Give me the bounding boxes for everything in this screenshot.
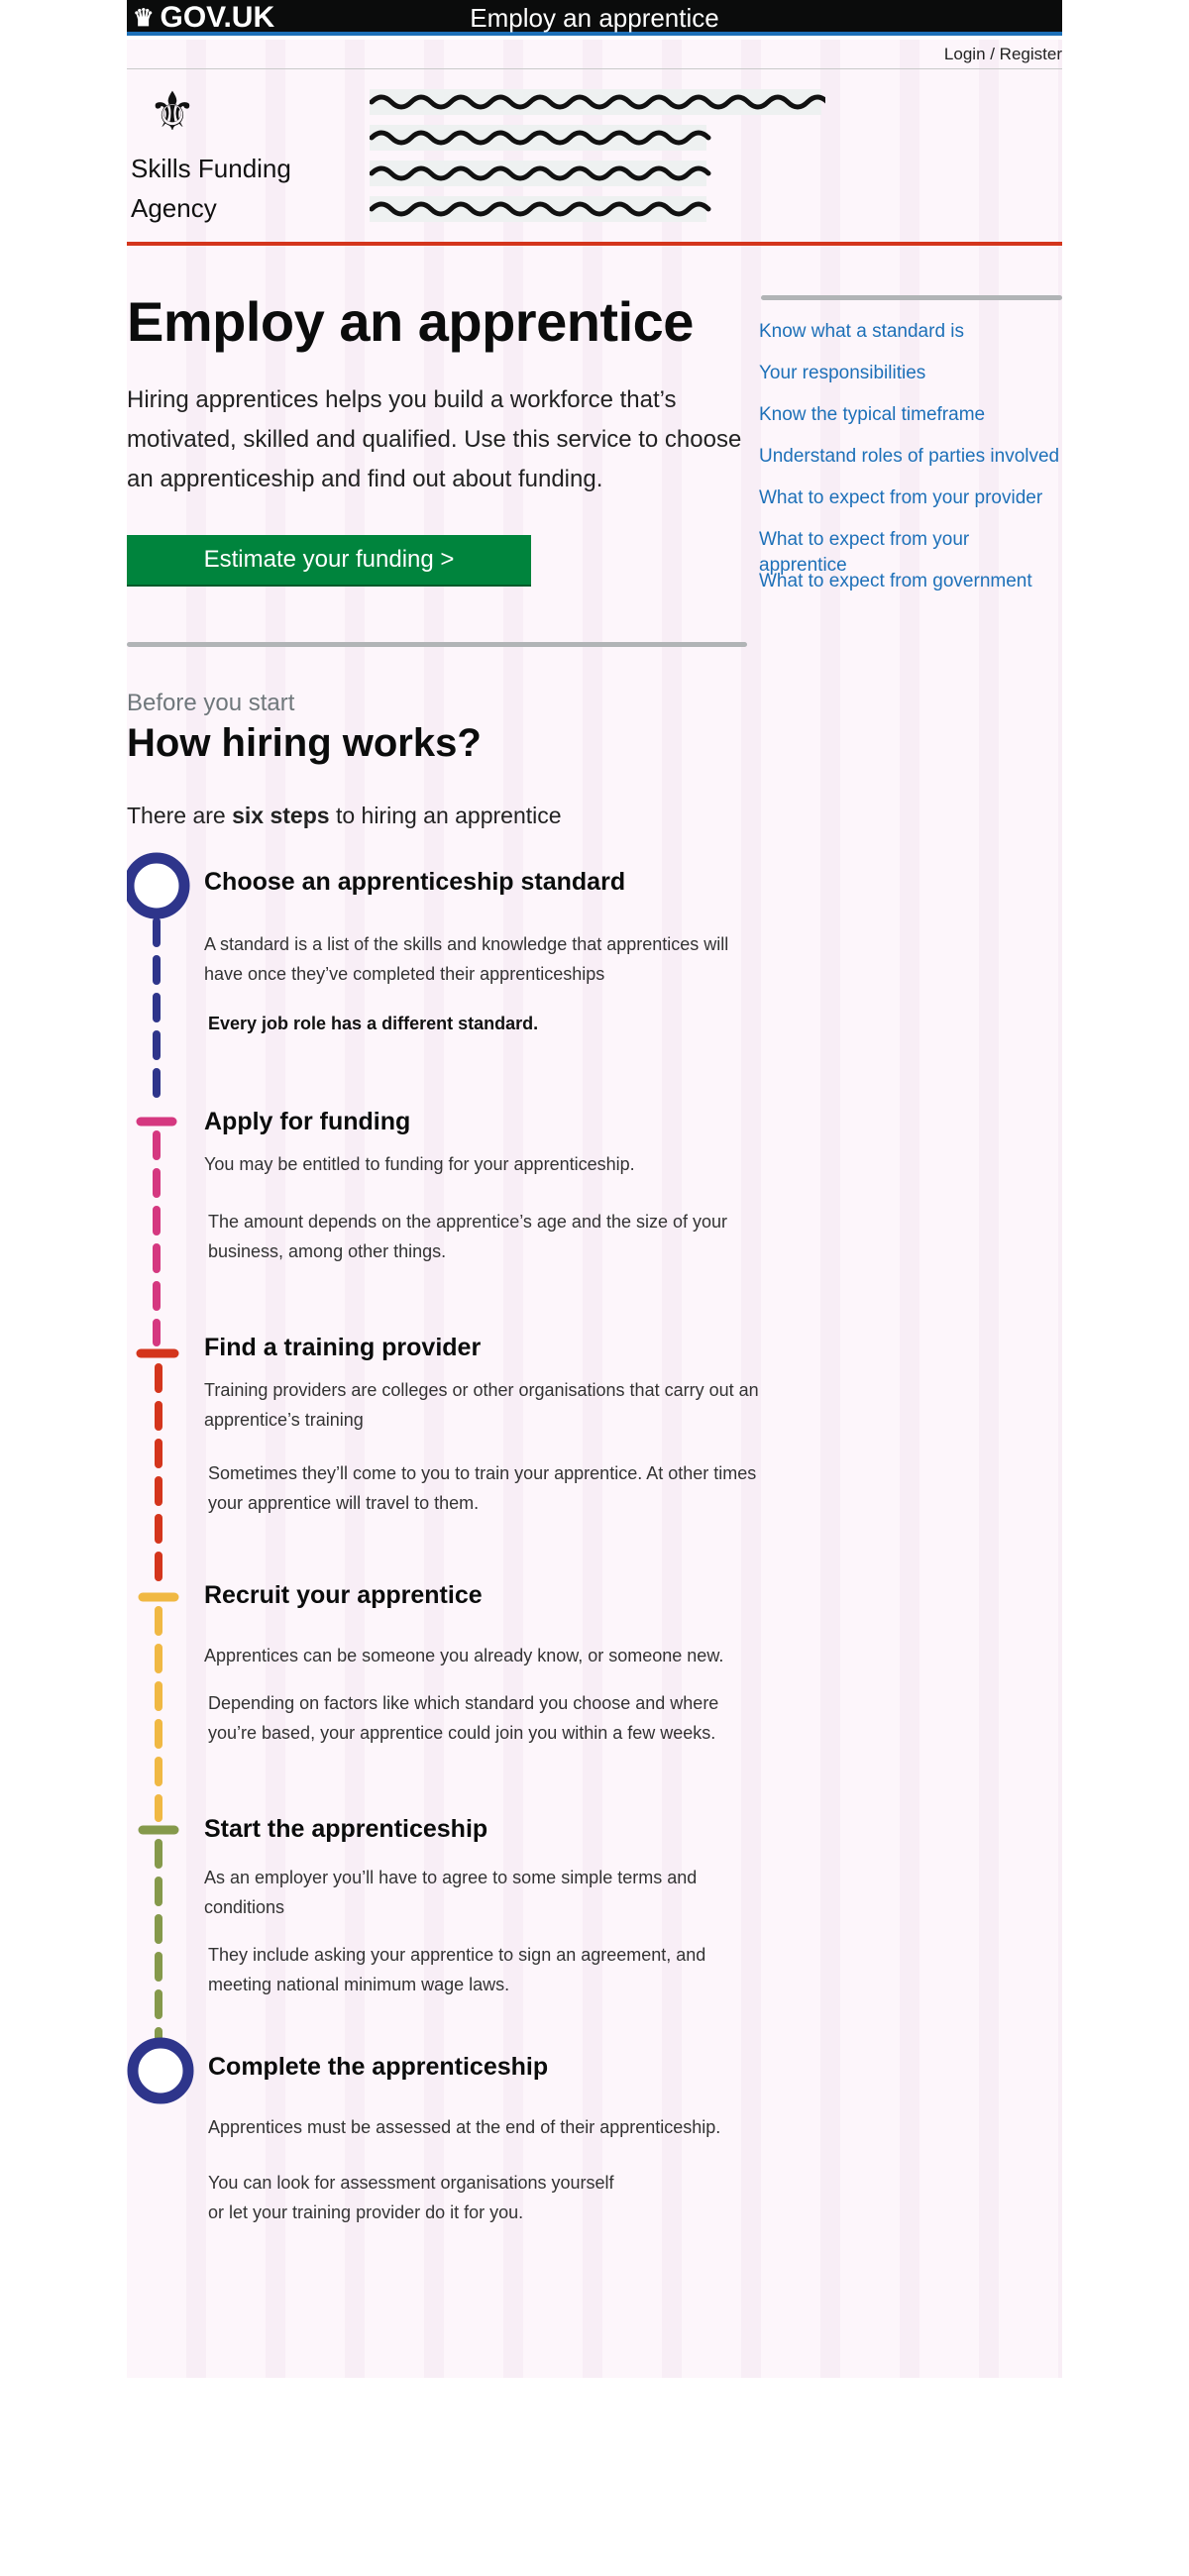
steps-intro-prefix: There are xyxy=(127,803,233,828)
page-content: Login / Register ⚜ Skills Funding Agency… xyxy=(127,0,1062,2576)
step-note: They include asking your apprentice to s… xyxy=(208,1945,706,1994)
related-links: Know what a standard is Your responsibil… xyxy=(759,319,1062,610)
section-divider xyxy=(127,642,747,647)
section-eyebrow: Before you start xyxy=(127,690,295,716)
step-note: The amount depends on the apprentice’s a… xyxy=(208,1212,728,1261)
step-note: You can look for assessment organisation… xyxy=(208,2173,614,2222)
royal-crest-icon: ⚜ xyxy=(148,81,197,142)
step-description: As an employer you’ll have to agree to s… xyxy=(204,1868,698,1917)
related-link-item: Know the typical timeframe xyxy=(759,402,1062,444)
step-timeline xyxy=(127,852,194,2104)
page-lede: Hiring apprentices helps you build a wor… xyxy=(127,386,742,492)
login-register-link[interactable]: Login / Register xyxy=(944,45,1062,63)
step-marker-start xyxy=(127,852,190,919)
step-marker-end xyxy=(127,2037,194,2104)
step-title: Choose an apprenticeship standard xyxy=(204,868,626,896)
step-title: Apply for funding xyxy=(204,1108,411,1135)
step-item: Apply for funding You may be entitled to… xyxy=(204,1108,759,1266)
know-standard-link[interactable]: Know what a standard is xyxy=(759,321,964,342)
step-item: Start the apprenticeship As an employer … xyxy=(204,1815,759,1999)
step-description: A standard is a list of the skills and k… xyxy=(204,934,729,984)
step-title: Complete the apprenticeship xyxy=(208,2053,549,2081)
related-link-item: What to expect from your apprentice xyxy=(759,527,1062,576)
provider-expectations-link[interactable]: What to expect from your provider xyxy=(759,487,1042,508)
step-note: Every job role has a different standard. xyxy=(208,1014,539,1033)
timeframe-link[interactable]: Know the typical timeframe xyxy=(759,404,985,425)
step-description: Training providers are colleges or other… xyxy=(204,1380,759,1430)
steps-intro-suffix: to hiring an apprentice xyxy=(329,803,562,828)
steps-count: six steps xyxy=(232,803,330,828)
section-title: How hiring works? xyxy=(127,721,482,765)
step-item: Find a training provider Training provid… xyxy=(204,1334,759,1518)
crown-icon: ♛ xyxy=(133,4,155,32)
step-title: Find a training provider xyxy=(204,1334,482,1361)
step-description: Apprentices must be assessed at the end … xyxy=(208,2117,721,2137)
govuk-logo-text: GOV.UK xyxy=(160,1,275,34)
side-nav-divider xyxy=(761,295,1062,300)
estimate-funding-button[interactable]: Estimate your funding > xyxy=(127,535,531,585)
step-note: Sometimes they’ll come to you to train y… xyxy=(208,1463,757,1513)
agency-name: Skills Funding Agency xyxy=(131,149,309,228)
related-link-item: Know what a standard is xyxy=(759,319,1062,361)
step-title: Start the apprenticeship xyxy=(204,1815,488,1843)
roles-link[interactable]: Understand roles of parties involved xyxy=(759,446,1059,467)
agency-name-line: Agency xyxy=(131,193,217,223)
step-title: Recruit your apprentice xyxy=(204,1581,483,1609)
responsibilities-link[interactable]: Your responsibilities xyxy=(759,363,925,383)
step-note: Depending on factors like which standard… xyxy=(208,1693,719,1743)
related-link-item: Understand roles of parties involved xyxy=(759,444,1062,485)
page-title: Employ an apprentice xyxy=(127,290,694,353)
step-item: Recruit your apprentice Apprentices can … xyxy=(204,1581,759,1748)
government-expectations-link[interactable]: What to expect from government xyxy=(759,571,1032,591)
step-description: Apprentices can be someone you already k… xyxy=(204,1646,724,1665)
govuk-header: ♛ GOV.UK Employ an apprentice xyxy=(127,0,1062,36)
account-bar: Login / Register xyxy=(127,40,1062,69)
step-description: You may be entitled to funding for your … xyxy=(204,1154,635,1174)
step-item: Complete the apprenticeship Apprentices … xyxy=(208,2053,763,2227)
related-link-item: What to expect from government xyxy=(759,569,1062,610)
steps-intro: There are six steps to hiring an apprent… xyxy=(127,803,562,829)
header-divider xyxy=(127,242,1062,246)
related-link-item: What to expect from your provider xyxy=(759,485,1062,527)
govuk-logo-link[interactable]: ♛ GOV.UK xyxy=(133,0,274,36)
step-item: Choose an apprenticeship standard A stan… xyxy=(204,868,759,1038)
related-link-item: Your responsibilities xyxy=(759,361,1062,402)
redacted-text-scribble xyxy=(370,89,825,222)
agency-name-line: Skills Funding xyxy=(131,154,291,183)
